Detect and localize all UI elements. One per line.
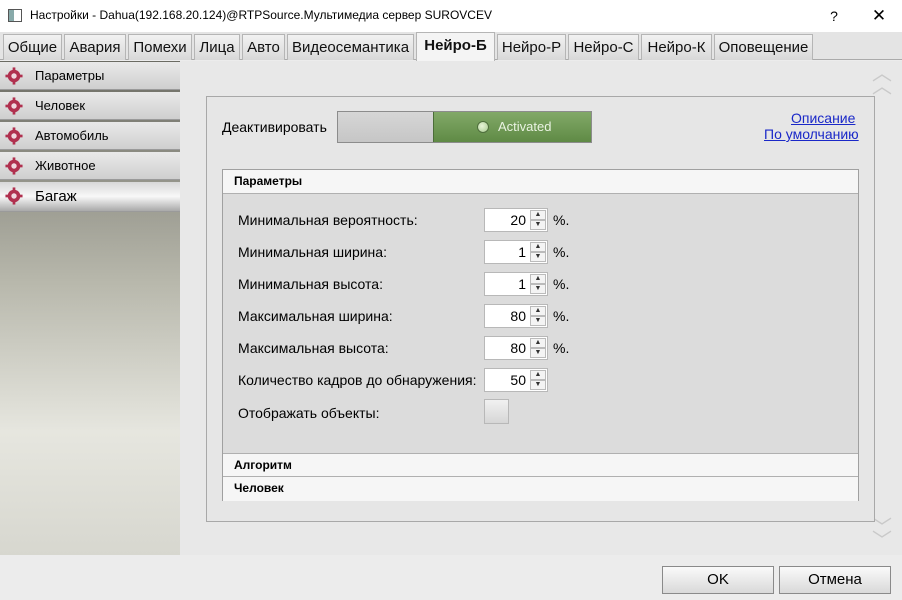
tab-auto[interactable]: Авто (242, 34, 285, 60)
spin-down-icon[interactable]: ▼ (530, 316, 546, 326)
spin-up-icon[interactable]: ▲ (530, 274, 546, 284)
field-label: Максимальная высота: (238, 340, 389, 356)
double-chevron-down-icon[interactable]: ﹀ ﹀ (872, 518, 892, 551)
spin-down-icon[interactable]: ▼ (530, 252, 546, 262)
toggle-state-text: Activated (498, 119, 552, 134)
unit-label: %. (553, 276, 570, 292)
spin-up-icon[interactable]: ▲ (530, 242, 546, 252)
group-header-parameters[interactable]: Параметры (223, 170, 858, 194)
field-label: Минимальная ширина: (238, 244, 387, 260)
app-icon (8, 9, 22, 22)
min-height-spinbox[interactable]: 1 ▲ ▼ (484, 272, 548, 296)
tab-faces[interactable]: Лица (194, 34, 240, 60)
gear-icon (5, 67, 23, 85)
show-objects-checkbox[interactable] (484, 399, 509, 424)
unit-label: %. (553, 340, 570, 356)
sidebar-item-label: Человек (35, 98, 86, 113)
max-width-spinbox[interactable]: 80 ▲ ▼ (484, 304, 548, 328)
gear-icon (5, 157, 23, 175)
spin-down-icon[interactable]: ▼ (530, 284, 546, 294)
field-label: Минимальная вероятность: (238, 212, 418, 228)
window-title: Настройки - Dahua(192.168.20.124)@RTPSou… (30, 8, 492, 22)
field-label: Максимальная ширина: (238, 308, 393, 324)
gear-icon (5, 127, 23, 145)
cancel-button[interactable]: Отмена (779, 566, 891, 594)
unit-label: %. (553, 212, 570, 228)
sidebar-item-animal[interactable]: Животное (0, 152, 180, 180)
deactivate-label: Деактивировать (222, 119, 327, 135)
tab-bar: Общие Авария Помехи Лица Авто Видеосеман… (0, 32, 902, 61)
field-label: Минимальная высота: (238, 276, 383, 292)
gear-icon (5, 187, 23, 205)
frames-to-detect-spinbox[interactable]: 50 ▲ ▼ (484, 368, 548, 392)
gear-icon (5, 97, 23, 115)
unit-label: %. (553, 244, 570, 260)
tab-notification[interactable]: Оповещение (714, 34, 813, 60)
title-bar: Настройки - Dahua(192.168.20.124)@RTPSou… (0, 0, 902, 32)
show-objects-label: Отображать объекты: (238, 405, 380, 421)
tab-general[interactable]: Общие (3, 34, 62, 60)
spinbox-value: 80 (510, 340, 526, 356)
spin-up-icon[interactable]: ▲ (530, 338, 546, 348)
ok-button[interactable]: OK (662, 566, 774, 594)
spinbox-value: 1 (518, 276, 526, 292)
sidebar-item-label: Автомобиль (35, 128, 109, 143)
defaults-link[interactable]: По умолчанию (764, 126, 859, 142)
tab-video-semantics[interactable]: Видеосемантика (287, 34, 414, 60)
tab-neuro-r[interactable]: Нейро-Р (497, 34, 566, 60)
spin-down-icon[interactable]: ▼ (530, 380, 546, 390)
group-header-algorithm[interactable]: Алгоритм (223, 453, 858, 477)
spinbox-value: 20 (510, 212, 526, 228)
help-button[interactable]: ? (822, 4, 846, 28)
spinbox-value: 1 (518, 244, 526, 260)
sidebar-item-label: Животное (35, 158, 96, 173)
toggle-on-segment[interactable]: Activated (433, 112, 591, 142)
tab-neuro-s[interactable]: Нейро-С (568, 34, 639, 60)
double-chevron-up-icon[interactable]: ︿ ︿ (872, 64, 892, 97)
tab-neuro-k[interactable]: Нейро-К (641, 34, 712, 60)
tab-neuro-b[interactable]: Нейро-Б (416, 32, 495, 61)
unit-label: %. (553, 308, 570, 324)
toggle-off-segment[interactable] (338, 112, 433, 142)
sidebar-item-label: Багаж (35, 188, 77, 205)
min-width-spinbox[interactable]: 1 ▲ ▼ (484, 240, 548, 264)
spin-down-icon[interactable]: ▼ (530, 348, 546, 358)
activation-toggle[interactable]: Activated (337, 111, 592, 143)
status-led-icon (477, 121, 489, 133)
min-probability-spinbox[interactable]: 20 ▲ ▼ (484, 208, 548, 232)
description-link[interactable]: Описание (791, 110, 855, 126)
max-height-spinbox[interactable]: 80 ▲ ▼ (484, 336, 548, 360)
close-button[interactable]: ✕ (866, 4, 892, 28)
spin-up-icon[interactable]: ▲ (530, 306, 546, 316)
spinbox-value: 80 (510, 308, 526, 324)
spin-down-icon[interactable]: ▼ (530, 220, 546, 230)
tab-noise[interactable]: Помехи (128, 34, 192, 60)
sidebar-item-car[interactable]: Автомобиль (0, 122, 180, 150)
tab-alarm[interactable]: Авария (64, 34, 126, 60)
group-header-person[interactable]: Человек (223, 477, 858, 501)
sidebar-item-parameters[interactable]: Параметры (0, 62, 180, 90)
sidebar-item-label: Параметры (35, 68, 105, 83)
spin-up-icon[interactable]: ▲ (530, 370, 546, 380)
sidebar-item-person[interactable]: Человек (0, 92, 180, 120)
sidebar-item-baggage[interactable]: Багаж (0, 182, 180, 212)
spin-up-icon[interactable]: ▲ (530, 210, 546, 220)
field-label: Количество кадров до обнаружения: (238, 372, 477, 388)
spinbox-value: 50 (510, 372, 526, 388)
